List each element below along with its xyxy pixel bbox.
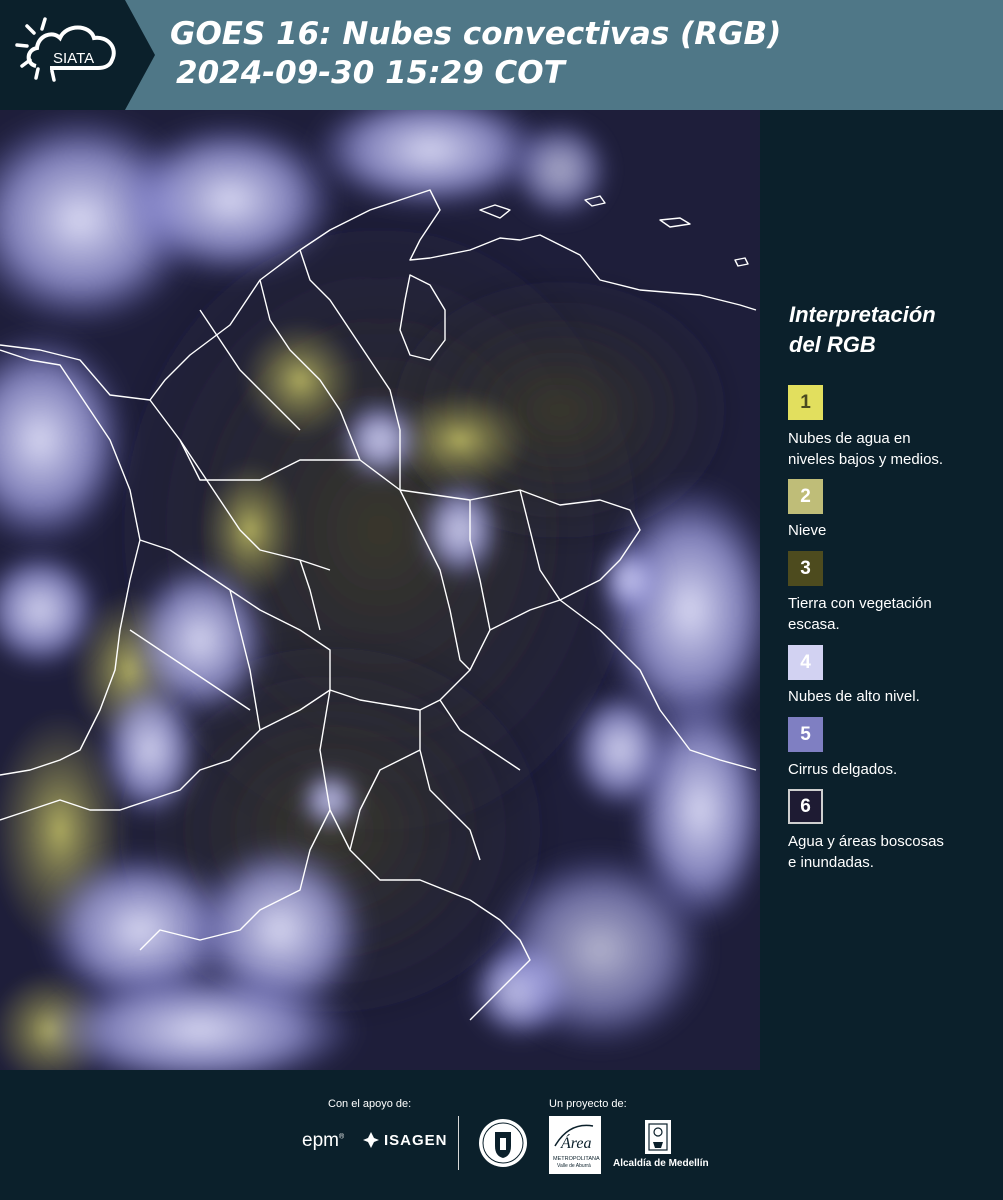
- legend-panel: Interpretación del RGB 1 Nubes de agua e…: [776, 110, 1003, 1070]
- legend-label-1: Nubes de agua en niveles bajos y medios.: [788, 428, 998, 470]
- legend-swatch-5: 5: [788, 717, 823, 752]
- legend-swatch-4: 4: [788, 645, 823, 680]
- isagen-logo-text: ISAGEN: [384, 1131, 448, 1149]
- isagen-icon: [363, 1132, 379, 1148]
- legend-label-6-line1: Agua y áreas boscosas: [788, 833, 944, 850]
- area-metropolitana-graphic: Área METROPOLITANA Valle de Aburrá: [553, 1124, 600, 1169]
- legend-swatch-3: 3: [788, 551, 823, 586]
- legend-label-1-line1: Nubes de agua en: [788, 430, 911, 447]
- legend-swatch-2: 2: [788, 479, 823, 514]
- epm-logo-text: epm: [302, 1130, 339, 1151]
- svg-text:METROPOLITANA: METROPOLITANA: [553, 1156, 600, 1162]
- support-label: Con el apoyo de:: [328, 1098, 412, 1110]
- epm-logo[interactable]: epm®: [302, 1130, 344, 1152]
- isagen-logo[interactable]: ISAGEN: [362, 1131, 448, 1149]
- map-separator: [760, 110, 776, 1070]
- footer-divider: [458, 1116, 459, 1170]
- legend-label-3-line1: Tierra con vegetación: [788, 595, 932, 612]
- legend-title: Interpretación del RGB: [789, 300, 999, 360]
- university-seal-icon[interactable]: [478, 1118, 528, 1168]
- siata-logo-graphic: SIATA: [0, 0, 155, 110]
- satellite-map[interactable]: [0, 110, 760, 1070]
- legend-label-4-line1: Nubes de alto nivel.: [788, 688, 920, 705]
- legend-title-line1: Interpretación: [789, 302, 936, 327]
- image-timestamp: 2024-09-30 15:29 COT: [176, 55, 565, 91]
- legend-label-6-line2: e inundadas.: [788, 854, 874, 871]
- alcaldia-shield-icon: [645, 1120, 671, 1154]
- legend-label-3: Tierra con vegetación escasa.: [788, 593, 998, 635]
- svg-text:Área: Área: [560, 1133, 592, 1152]
- area-metropolitana-logo[interactable]: Área METROPOLITANA Valle de Aburrá: [549, 1116, 601, 1174]
- legend-label-3-line2: escasa.: [788, 616, 840, 633]
- legend-label-2-line1: Nieve: [788, 522, 827, 539]
- legend-label-2: Nieve: [788, 520, 998, 541]
- satellite-rgb-map-graphic: [0, 110, 760, 1070]
- legend-label-5: Cirrus delgados.: [788, 759, 998, 780]
- legend-label-6: Agua y áreas boscosas e inundadas.: [788, 831, 998, 873]
- siata-logo: SIATA: [0, 0, 155, 110]
- legend-swatch-6: 6: [788, 789, 823, 824]
- legend-label-4: Nubes de alto nivel.: [788, 686, 998, 707]
- footer: Con el apoyo de: Un proyecto de: epm® IS…: [0, 1070, 1003, 1200]
- legend-title-line2: del RGB: [789, 332, 876, 357]
- header-bar: SIATA GOES 16: Nubes convectivas (RGB) 2…: [0, 0, 1003, 110]
- svg-text:Valle de Aburrá: Valle de Aburrá: [557, 1163, 591, 1169]
- svg-text:SIATA: SIATA: [53, 50, 94, 67]
- project-label: Un proyecto de:: [549, 1098, 627, 1110]
- legend-label-1-line2: niveles bajos y medios.: [788, 451, 944, 468]
- legend-swatch-1: 1: [788, 385, 823, 420]
- legend-label-5-line1: Cirrus delgados.: [788, 761, 898, 778]
- page-title: GOES 16: Nubes convectivas (RGB): [170, 16, 782, 52]
- alcaldia-label: Alcaldía de Medellín: [613, 1158, 709, 1169]
- alcaldia-medellin-logo[interactable]: Alcaldía de Medellín: [613, 1118, 709, 1169]
